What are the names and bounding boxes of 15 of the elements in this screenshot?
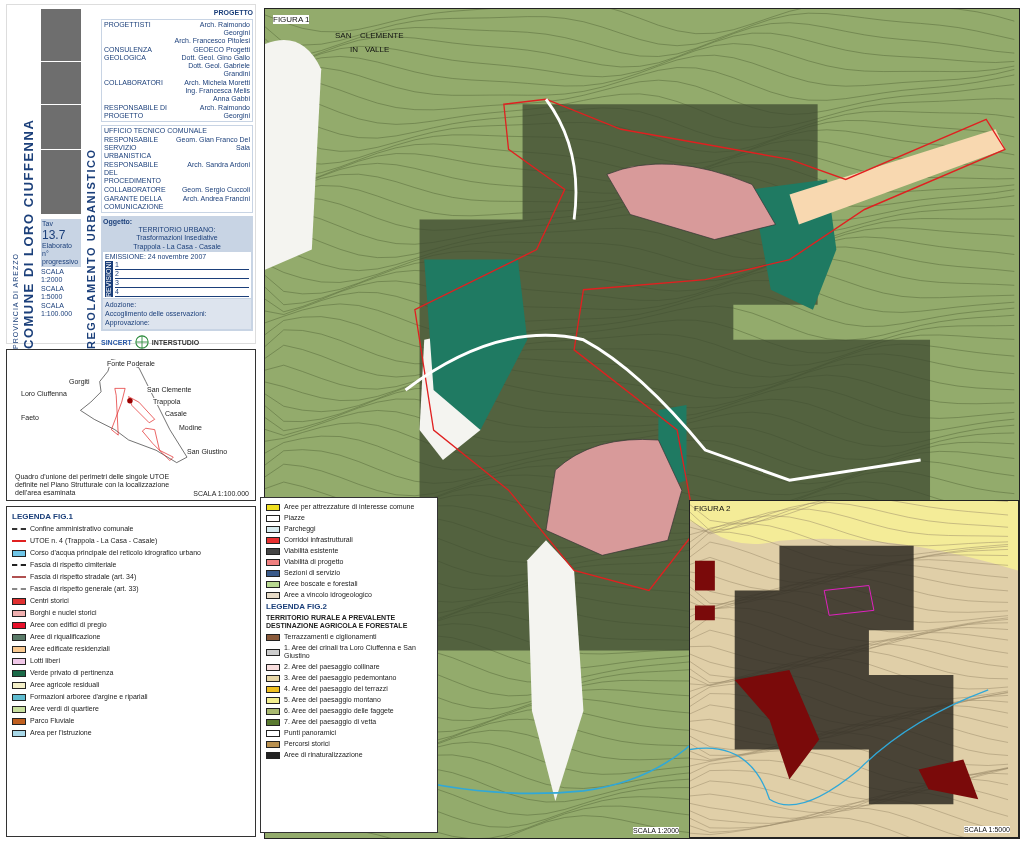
- photo-placeholder: [41, 9, 81, 61]
- place-label: IN: [350, 45, 358, 54]
- sheet-number: 13.7: [42, 228, 67, 242]
- place-label: SAN: [335, 31, 352, 40]
- legend-title: LEGENDA FIG.2: [266, 602, 329, 611]
- place-label: CLEMENTE: [360, 31, 404, 40]
- legend-title: LEGENDA FIG.1: [12, 512, 75, 521]
- plan-title: REGOLAMENTO URBANISTICO: [85, 147, 97, 349]
- figure-title: FIGURA 1: [273, 15, 310, 24]
- boundary-line: [823, 585, 875, 616]
- place-label: VALLE: [365, 45, 390, 54]
- municipality-title: COMUNE DI LORO CIUFFENNA: [21, 117, 36, 349]
- globe-icon: [134, 335, 149, 349]
- figure-title: FIGURA 2: [694, 504, 731, 513]
- photo-placeholder: [41, 62, 81, 104]
